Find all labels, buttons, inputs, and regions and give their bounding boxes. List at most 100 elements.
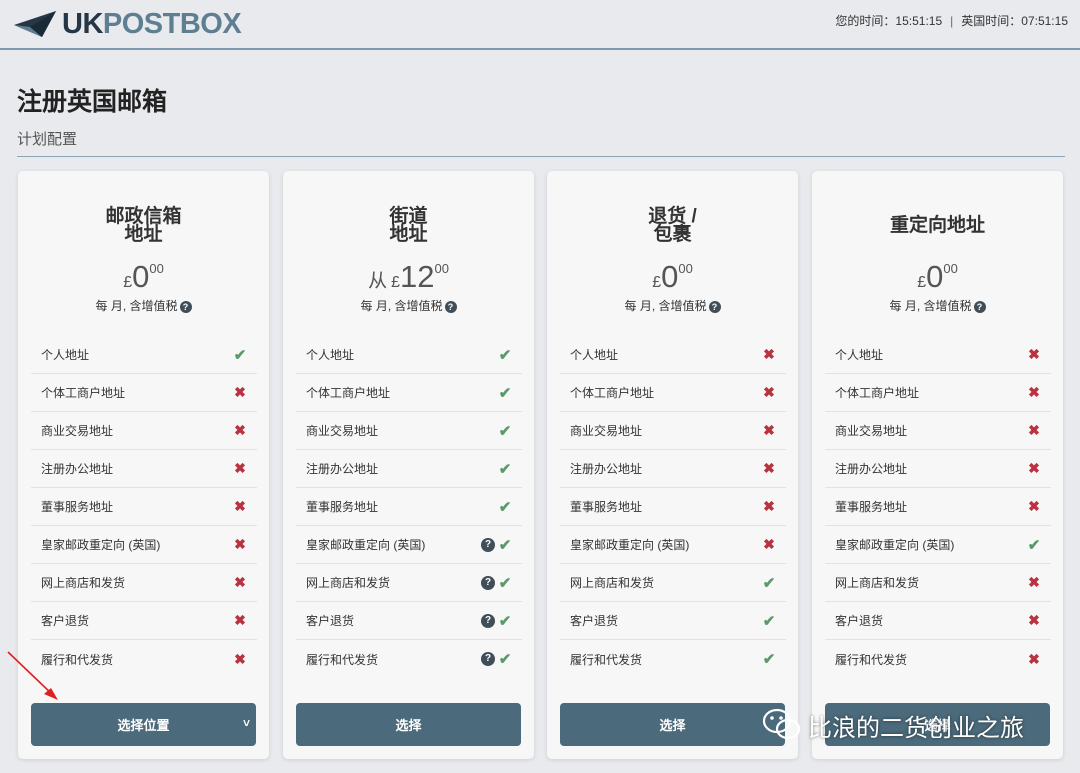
feature-label: 履行和代发货 — [570, 652, 643, 667]
plan-title: 重定向地址 — [812, 191, 1063, 261]
button-label: 选择位置 — [117, 718, 170, 733]
feature-label: 网上商店和发货 — [41, 576, 126, 590]
feature-label: 客户退货 — [570, 614, 619, 628]
checkmark-icon: ✔ — [498, 498, 512, 516]
feature-label: 董事服务地址 — [570, 500, 643, 514]
feature-row: 董事服务地址 ✖ — [560, 488, 786, 526]
feature-label: 董事服务地址 — [41, 500, 114, 514]
feature-status: ✔ — [762, 650, 776, 668]
plan-card: 重定向地址 £000 每 月, 含增值税? 个人地址 ✖ 个体工商户地址 ✖ 商业交易地址 ✖ 注… — [812, 171, 1063, 759]
feature-row: 个人地址 ✖ — [560, 336, 786, 374]
plan-title: 街道 地址 — [283, 191, 534, 261]
feature-label: 网上商店和发货 — [835, 576, 920, 590]
wechat-icon — [762, 708, 801, 740]
feature-label: 个体工商户地址 — [570, 386, 655, 400]
feature-status: ✖ — [1027, 498, 1041, 515]
cross-icon: ✖ — [234, 498, 246, 514]
feature-status: ✖ — [233, 384, 247, 401]
feature-label: 商业交易地址 — [306, 424, 379, 438]
feature-row: 网上商店和发货 ✖ — [825, 564, 1051, 602]
feature-status: ✖ — [233, 498, 247, 515]
feature-list: 个人地址 ✖ 个体工商户地址 ✖ 商业交易地址 ✖ 注册办公地址 ✖ 董事服务地址 ✖ 皇家邮政重定… — [825, 336, 1051, 678]
feature-row: 个体工商户地址 ✔ — [296, 374, 522, 412]
cross-icon: ✖ — [1028, 346, 1040, 362]
feature-row: 董事服务地址 ✔ — [296, 488, 522, 526]
price-period: 每 月, 含增值税? — [18, 297, 269, 314]
feature-row: 客户退货 ✔ — [560, 602, 786, 640]
checkmark-icon: ✔ — [498, 574, 512, 592]
feature-status: ✖ — [233, 574, 247, 591]
feature-status: ✔ — [1027, 536, 1041, 554]
question-circle-icon[interactable]: ? — [481, 613, 495, 628]
feature-label: 个体工商户地址 — [41, 386, 126, 400]
feature-label: 董事服务地址 — [835, 500, 908, 514]
clock-display: 您的时间：15:51:15 | 英国时间：07:51:15 — [835, 12, 1068, 29]
feature-label: 董事服务地址 — [306, 500, 379, 514]
feature-status: ? ✔ — [481, 574, 512, 592]
feature-row: 客户退货? ✔ — [296, 602, 522, 640]
feature-status: ✖ — [1027, 384, 1041, 401]
feature-list: 个人地址 ✔ 个体工商户地址 ✖ 商业交易地址 ✖ 注册办公地址 ✖ 董事服务地址 ✖ 皇家邮政重定… — [31, 336, 257, 678]
cross-icon: ✖ — [234, 536, 246, 552]
feature-row: 董事服务地址 ✖ — [825, 488, 1051, 526]
select-plan-button[interactable]: 选择 — [296, 703, 521, 746]
cross-icon: ✖ — [1028, 574, 1040, 590]
price-currency: £ — [123, 274, 133, 291]
cross-icon: ✖ — [763, 498, 775, 514]
ukpostbox-logo[interactable]: UKPOSTBOX — [12, 6, 242, 42]
question-circle-icon[interactable]: ? — [708, 300, 721, 313]
cross-icon: ✖ — [234, 650, 246, 667]
select-plan-button[interactable]: 选择 — [560, 703, 785, 746]
cross-icon: ✖ — [763, 460, 775, 476]
feature-status: ✖ — [762, 498, 776, 515]
feature-row: 个人地址 ✔ — [31, 336, 257, 374]
feature-status: ✔ — [762, 574, 776, 592]
price-period-text: 每 月, 含增值税 — [624, 299, 707, 313]
cross-icon: ✖ — [763, 384, 775, 400]
question-circle-icon[interactable]: ? — [481, 537, 495, 552]
feature-status: ✖ — [762, 460, 776, 477]
feature-label: 注册办公地址 — [570, 462, 643, 476]
question-circle-icon[interactable]: ? — [444, 300, 457, 313]
feature-label: 网上商店和发货 — [306, 576, 391, 590]
logo-text-postbox: POSTBOX — [102, 8, 242, 40]
feature-status: ✖ — [1027, 612, 1041, 629]
question-circle-icon[interactable]: ? — [973, 300, 986, 313]
local-time-label: 您的时间： — [835, 14, 896, 28]
feature-row: 皇家邮政重定向 (英国) ✖ — [560, 526, 786, 564]
plan-title-line: 包裹 — [653, 224, 692, 245]
feature-status: ✔ — [498, 384, 512, 402]
feature-row: 网上商店和发货 ✖ — [31, 564, 257, 602]
feature-row: 皇家邮政重定向 (英国) ✔ — [825, 526, 1051, 564]
feature-row: 个体工商户地址 ✖ — [31, 374, 257, 412]
feature-label: 注册办公地址 — [306, 462, 379, 476]
chevron-down-icon: ˅ — [242, 716, 250, 730]
question-circle-icon[interactable]: ? — [179, 300, 192, 313]
feature-label: 个人地址 — [41, 348, 90, 362]
checkmark-icon: ✔ — [233, 346, 247, 364]
feature-row: 履行和代发货? ✔ — [296, 640, 522, 678]
price-period: 每 月, 含增值税? — [283, 297, 534, 314]
uk-time: 07:51:15 — [1021, 14, 1068, 28]
feature-label: 皇家邮政重定向 (英国) — [41, 538, 161, 552]
price-amount: 0 — [661, 259, 679, 294]
feature-status: ✖ — [762, 422, 776, 439]
feature-row: 注册办公地址 ✖ — [31, 450, 257, 488]
feature-status: ✖ — [233, 651, 247, 668]
question-circle-icon[interactable]: ? — [481, 575, 495, 590]
feature-label: 网上商店和发货 — [570, 576, 655, 590]
price-cents: 00 — [434, 261, 449, 276]
question-circle-icon[interactable]: ? — [481, 652, 495, 666]
feature-label: 商业交易地址 — [41, 424, 114, 438]
feature-status: ? ✔ — [481, 536, 512, 554]
cross-icon: ✖ — [763, 422, 775, 438]
cross-icon: ✖ — [1028, 498, 1040, 514]
price-cents: 00 — [943, 261, 958, 276]
plan-title-line: 地址 — [389, 224, 428, 245]
select-location-dropdown-button[interactable]: 选择位置 ˅ — [31, 703, 256, 746]
checkmark-icon: ✔ — [498, 422, 512, 440]
checkmark-icon: ✔ — [498, 384, 512, 402]
feature-status: ✖ — [1027, 346, 1041, 363]
feature-label: 皇家邮政重定向 (英国) — [835, 538, 955, 552]
feature-status: ? ✔ — [481, 612, 512, 630]
